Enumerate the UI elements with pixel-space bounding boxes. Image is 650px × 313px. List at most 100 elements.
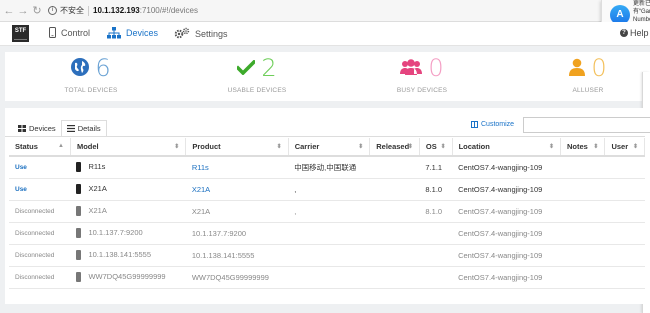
model-name: X21A <box>88 205 107 215</box>
nav-control-label: Control <box>61 27 91 38</box>
table-row: Use X21A X21A , 8.1.0 CentOS7.4-wangjing… <box>9 178 645 201</box>
notes-cell[interactable] <box>560 244 605 267</box>
notes-cell[interactable] <box>560 156 605 179</box>
phone-icon <box>76 206 82 216</box>
total-devices-label: TOTAL DEVICES <box>64 87 118 94</box>
model-name: 10.1.137.7:9200 <box>88 227 143 237</box>
app-header: STF Control Devices Settings ? Help <box>0 22 650 46</box>
sort-icon: ⬍ <box>358 144 364 150</box>
use-button[interactable]: Use <box>9 156 71 179</box>
total-devices-count: 6 <box>95 54 111 82</box>
stat-usable-devices: 2 USABLE DEVICES <box>197 55 317 94</box>
table-row: Disconnected 10.1.137.7:9200 10.1.137.7:… <box>9 222 645 245</box>
busy-devices-label: BUSY DEVICES <box>396 87 448 94</box>
devices-panel: Devices Details Customize Status ▲ Model ⬍… <box>5 108 650 304</box>
help-link[interactable]: ? Help <box>620 28 649 38</box>
phone-icon <box>76 184 82 194</box>
product-link[interactable]: X21A <box>185 178 289 201</box>
os-cell: 7.1.1 <box>419 156 453 179</box>
released-cell <box>369 244 420 267</box>
status-cell: Disconnected <box>9 244 71 267</box>
carrier-cell <box>288 266 370 289</box>
search-input[interactable] <box>523 117 650 133</box>
carrier-cell: , <box>288 200 370 223</box>
devices-table: Status ▲ Model ⬍ Product ⬍ Carrier ⬍ Release… <box>9 138 645 289</box>
help-label: Help <box>630 28 649 38</box>
users-icon <box>400 58 423 78</box>
site-info-icon[interactable]: i <box>48 6 57 15</box>
table-row: Disconnected WW7DQ45G99999999 WW7DQ45G99… <box>9 266 645 289</box>
column-product[interactable]: Product ⬍ <box>185 138 289 157</box>
user-cell <box>604 266 645 289</box>
nav-control[interactable]: Control <box>49 27 90 38</box>
tab-details-label: Details <box>77 124 101 133</box>
usable-devices-count: 2 <box>261 54 277 82</box>
user-cell <box>604 200 645 223</box>
model-cell: R11s <box>70 156 186 179</box>
location-cell: CentOS7.4-wangjing-109 <box>452 178 561 201</box>
grid-icon <box>18 125 26 132</box>
globe-icon <box>71 58 90 78</box>
table-row: Disconnected 10.1.138.141:5555 10.1.138.… <box>9 244 645 267</box>
columns-icon <box>471 121 478 128</box>
usable-devices-label: USABLE DEVICES <box>227 87 287 94</box>
address-bar[interactable]: i 不安全 10.1.132.193:7100/#!/devices <box>48 2 198 20</box>
use-button[interactable]: Use <box>9 178 71 201</box>
column-label: Model <box>76 142 99 151</box>
column-model[interactable]: Model ⬍ <box>70 138 187 157</box>
notes-cell[interactable] <box>560 266 605 289</box>
question-icon: ? <box>620 29 628 37</box>
released-cell <box>369 178 420 201</box>
nav-settings[interactable]: Settings <box>174 27 228 40</box>
column-location[interactable]: Location ⬍ <box>452 138 562 157</box>
column-label: Location <box>458 142 490 151</box>
notes-cell[interactable] <box>560 200 605 223</box>
user-icon <box>569 58 586 78</box>
gears-icon <box>174 27 190 40</box>
column-user[interactable]: User ⬍ <box>604 138 645 157</box>
url-host: 10.1.132.193 <box>93 6 140 15</box>
phone-icon <box>76 272 82 282</box>
sitemap-icon <box>107 27 121 39</box>
status-cell: Disconnected <box>9 266 71 289</box>
product-link[interactable]: R11s <box>185 156 289 179</box>
model-cell: 10.1.137.7:9200 <box>70 222 186 245</box>
column-label: Status <box>15 142 38 151</box>
back-arrow-icon[interactable]: ← <box>2 2 16 20</box>
product-cell: 10.1.137.7:9200 <box>185 222 289 245</box>
tab-devices[interactable]: Devices <box>13 120 61 137</box>
sort-icon: ⬍ <box>276 144 282 150</box>
column-released[interactable]: Released ⬍ <box>369 138 420 157</box>
notes-cell[interactable] <box>560 178 605 201</box>
logo-text: STF <box>14 28 27 34</box>
forward-arrow-icon[interactable]: → <box>16 2 30 20</box>
column-carrier[interactable]: Carrier ⬍ <box>288 138 371 157</box>
column-notes[interactable]: Notes ⬍ <box>560 138 606 157</box>
nav-devices[interactable]: Devices <box>107 27 158 39</box>
tab-divider <box>5 136 645 137</box>
sort-up-icon: ▲ <box>58 143 64 149</box>
notification-line: 更新已 <box>633 1 650 7</box>
released-cell <box>369 222 420 245</box>
column-os[interactable]: OS ⬍ <box>419 138 453 157</box>
customize-button[interactable]: Customize <box>471 121 514 128</box>
os-cell: 8.1.0 <box>419 178 453 201</box>
status-cell: Disconnected <box>9 200 71 223</box>
busy-devices-count: 0 <box>428 54 444 82</box>
model-name: R11s <box>88 162 106 172</box>
notification-line: 有“Gar <box>633 9 650 15</box>
product-cell: 10.1.138.141:5555 <box>185 244 289 267</box>
reload-icon[interactable]: ↻ <box>30 2 44 20</box>
phone-icon <box>76 250 82 260</box>
released-cell <box>369 156 420 179</box>
column-label: Carrier <box>294 142 320 151</box>
carrier-cell: , <box>288 178 370 201</box>
released-cell <box>369 200 420 223</box>
user-cell <box>604 244 645 267</box>
column-status[interactable]: Status ▲ <box>9 138 71 157</box>
tab-details[interactable]: Details <box>60 120 107 137</box>
notes-cell[interactable] <box>560 222 605 245</box>
browser-toolbar: ← → ↻ i 不安全 10.1.132.193:7100/#!/devices <box>0 0 650 22</box>
user-cell <box>604 156 645 179</box>
stf-logo[interactable]: STF <box>12 25 29 42</box>
